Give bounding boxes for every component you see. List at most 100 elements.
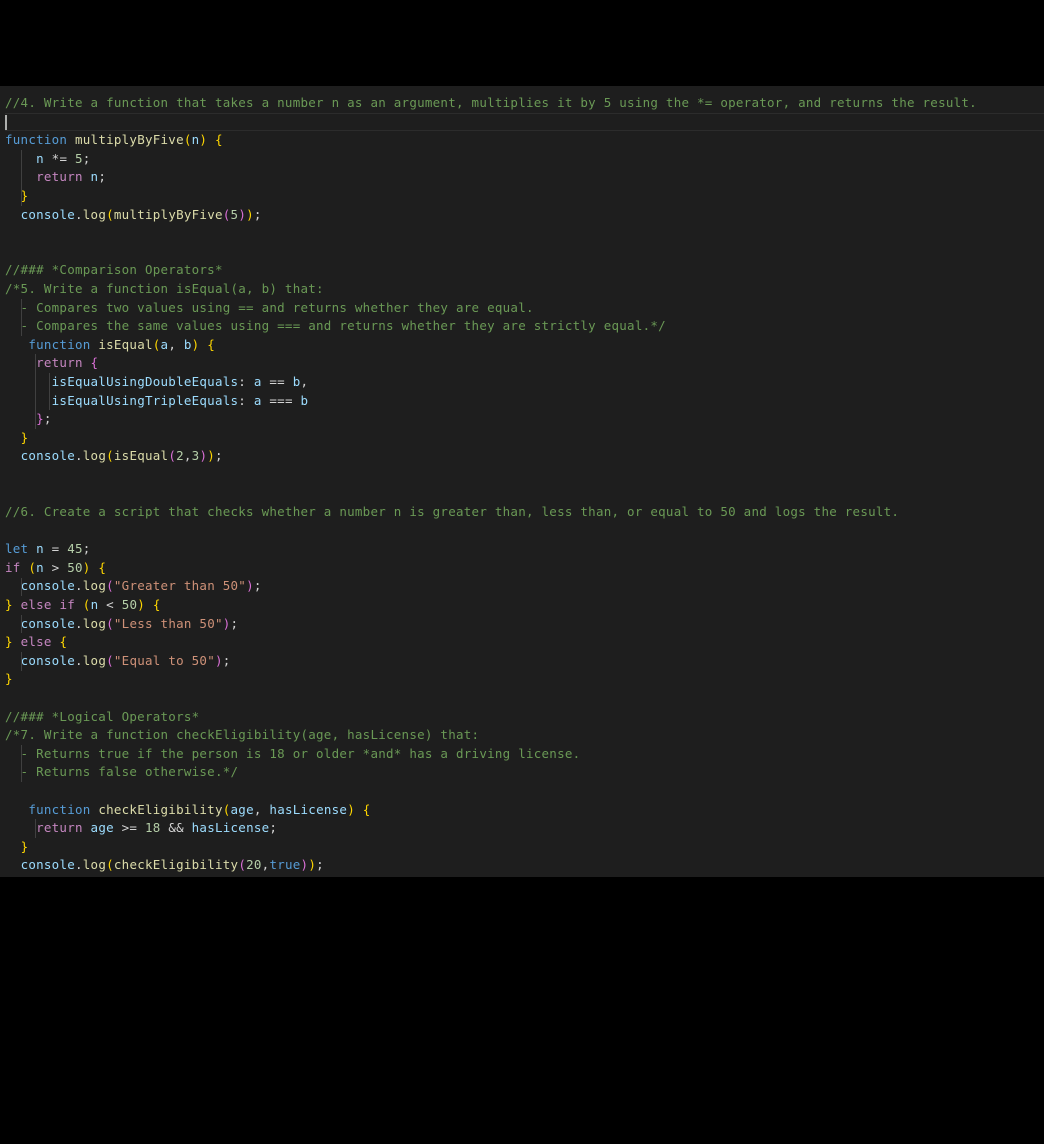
code-token: "Less than 50" — [113, 615, 223, 631]
code-line[interactable]: - Returns false otherwise.*/ — [5, 763, 1044, 782]
code-token: ; — [98, 169, 107, 185]
code-token: } — [20, 838, 29, 854]
code-token: "Equal to 50" — [113, 652, 215, 668]
code-token: ) — [214, 652, 223, 668]
code-line[interactable]: if (n > 50) { — [5, 559, 1044, 578]
code-line[interactable]: function multiplyByFive(n) { — [5, 131, 1044, 150]
code-token: ( — [183, 132, 192, 148]
code-token: function — [5, 132, 68, 148]
code-token: ) — [207, 448, 216, 464]
code-token: age — [90, 820, 114, 836]
code-line[interactable]: let n = 45; — [5, 540, 1044, 559]
code-token: ) — [246, 578, 254, 594]
code-token: ) — [238, 206, 247, 222]
code-token: { — [59, 634, 68, 650]
code-line[interactable]: /*7. Write a function checkEligibility(a… — [5, 726, 1044, 745]
code-token: 50 — [67, 559, 83, 575]
indent-guide — [21, 652, 22, 671]
code-line[interactable]: - Returns true if the person is 18 or ol… — [5, 745, 1044, 764]
code-line[interactable]: - Compares the same values using === and… — [5, 317, 1044, 336]
code-line[interactable]: console.log(isEqual(2,3)); — [5, 447, 1044, 466]
code-token: ( — [106, 578, 114, 594]
code-line[interactable] — [5, 484, 1044, 503]
code-line[interactable]: }; — [5, 410, 1044, 429]
code-line[interactable]: //### *Comparison Operators* — [5, 261, 1044, 280]
code-line[interactable] — [5, 224, 1044, 243]
code-token: "Greater than 50" — [113, 578, 247, 594]
code-token: && — [160, 820, 192, 836]
code-token: 5 — [75, 150, 83, 166]
code-line[interactable] — [5, 243, 1044, 262]
code-token: . — [75, 857, 83, 873]
code-area[interactable]: //4. Write a function that takes a numbe… — [5, 94, 1044, 875]
code-line[interactable]: } — [5, 670, 1044, 689]
code-token: ) — [246, 206, 254, 222]
code-line[interactable] — [5, 689, 1044, 708]
code-line[interactable]: } — [5, 429, 1044, 448]
code-token: , — [253, 801, 270, 817]
code-line[interactable]: isEqualUsingTripleEquals: a === b — [5, 392, 1044, 411]
indent-guide — [49, 373, 50, 411]
code-line[interactable]: console.log("Less than 50"); — [5, 615, 1044, 634]
code-line[interactable]: } else { — [5, 633, 1044, 652]
code-token: ( — [106, 448, 114, 464]
code-token: ( — [152, 336, 161, 352]
code-line[interactable]: return n; — [5, 168, 1044, 187]
code-line[interactable]: function checkEligibility(age, hasLicens… — [5, 801, 1044, 820]
code-token: ( — [238, 857, 247, 873]
code-token: . — [75, 615, 83, 631]
code-line[interactable]: - Compares two values using == and retur… — [5, 299, 1044, 318]
code-line[interactable]: } — [5, 838, 1044, 857]
code-token: : — [238, 373, 254, 389]
code-line[interactable]: console.log("Greater than 50"); — [5, 577, 1044, 596]
code-line[interactable]: //4. Write a function that takes a numbe… — [5, 94, 1044, 113]
code-line[interactable]: //### *Logical Operators* — [5, 708, 1044, 727]
code-line[interactable]: } else if (n < 50) { — [5, 596, 1044, 615]
code-token: ( — [82, 597, 91, 613]
code-token: else — [20, 634, 52, 650]
code-line[interactable] — [5, 112, 1044, 132]
code-token: return — [36, 355, 83, 371]
code-line[interactable]: return { — [5, 354, 1044, 373]
code-token: n — [36, 541, 44, 557]
code-token: { — [207, 336, 216, 352]
code-line[interactable] — [5, 782, 1044, 801]
code-token: } — [5, 597, 13, 613]
code-token: log — [82, 578, 107, 594]
code-line[interactable] — [5, 466, 1044, 485]
code-line[interactable]: /*5. Write a function isEqual(a, b) that… — [5, 280, 1044, 299]
code-token: n — [36, 150, 44, 166]
code-editor[interactable]: //4. Write a function that takes a numbe… — [0, 86, 1044, 877]
code-line[interactable] — [5, 522, 1044, 541]
code-token: multiplyByFive — [75, 132, 184, 148]
code-token: isEqualUsingTripleEquals — [51, 392, 239, 408]
code-token: ; — [82, 150, 91, 166]
code-token: console — [20, 615, 75, 631]
code-token: } — [36, 411, 44, 427]
code-line[interactable]: console.log("Equal to 50"); — [5, 652, 1044, 671]
code-line[interactable]: } — [5, 187, 1044, 206]
code-line[interactable]: console.log(checkEligibility(20,true)); — [5, 856, 1044, 875]
code-line[interactable]: console.log(multiplyByFive(5)); — [5, 206, 1044, 225]
code-token: - Compares the same values using === and… — [5, 318, 666, 334]
code-token: return — [36, 169, 83, 185]
code-token: ; — [230, 615, 239, 631]
code-token: n — [36, 559, 44, 575]
code-line[interactable]: n *= 5; — [5, 150, 1044, 169]
code-line[interactable]: //6. Create a script that checks whether… — [5, 503, 1044, 522]
code-token: isEqual — [113, 448, 169, 464]
code-line[interactable]: function isEqual(a, b) { — [5, 336, 1044, 355]
code-token: 20 — [246, 857, 262, 873]
code-line[interactable]: return age >= 18 && hasLicense; — [5, 819, 1044, 838]
code-line[interactable]: isEqualUsingDoubleEquals: a == b, — [5, 373, 1044, 392]
